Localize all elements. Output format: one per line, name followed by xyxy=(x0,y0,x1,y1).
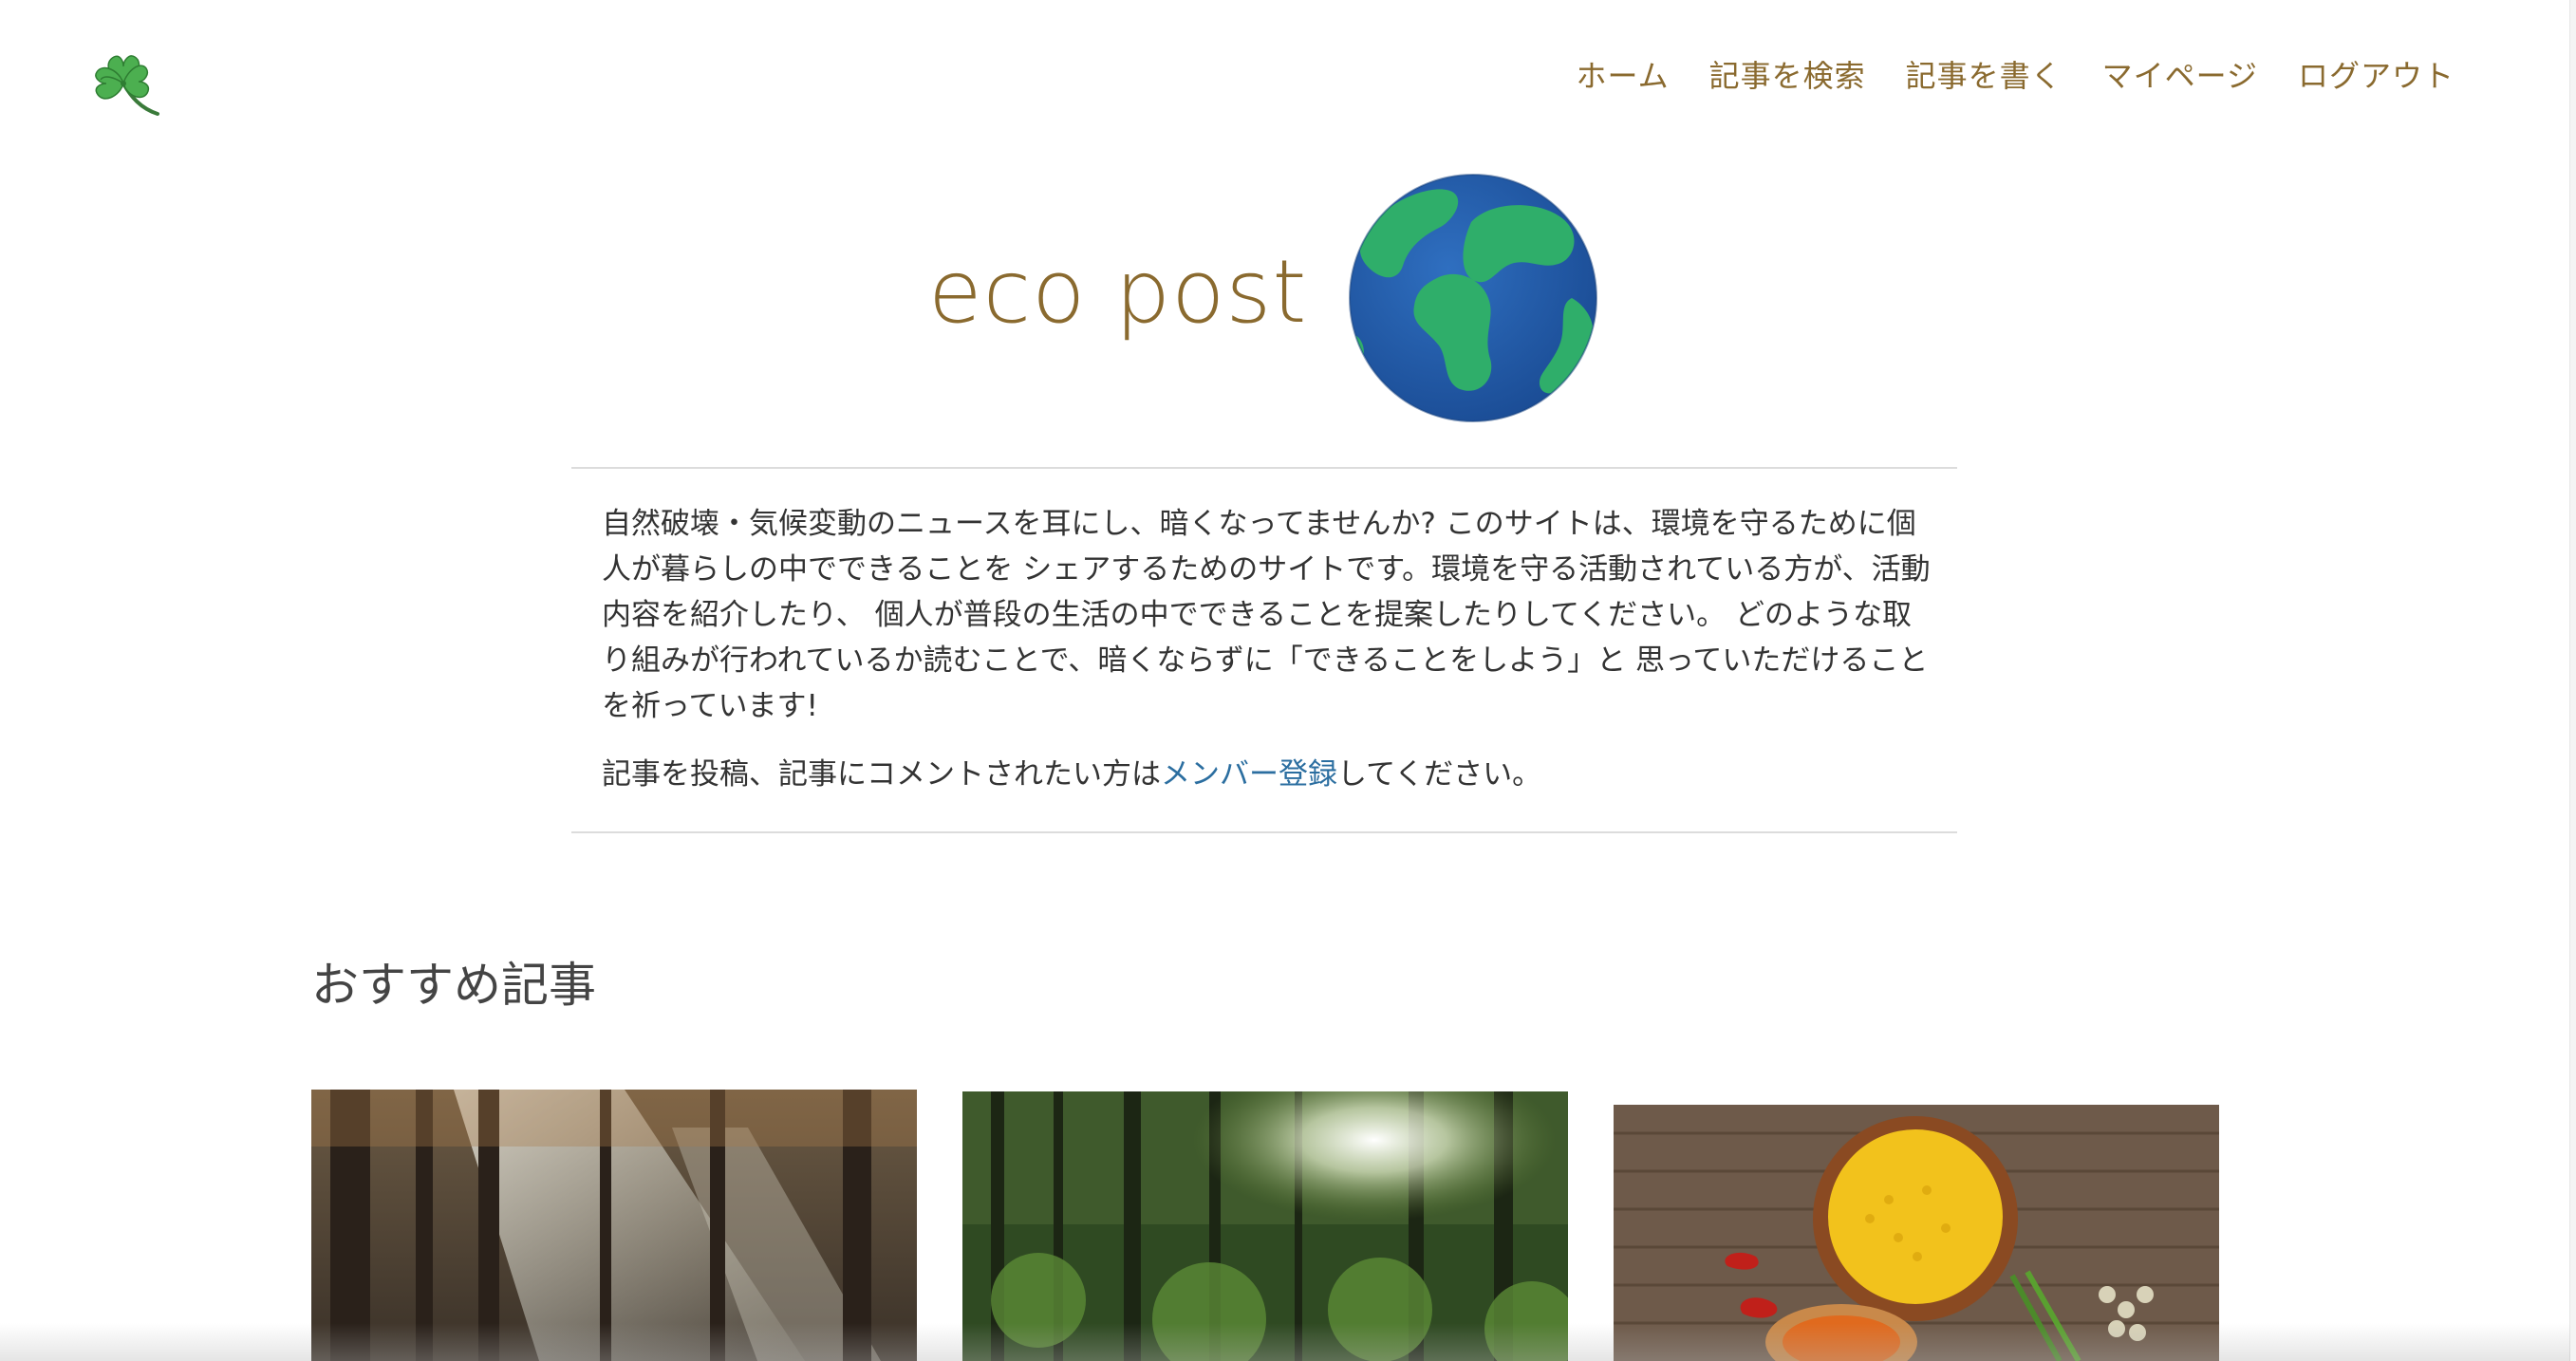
lentils-and-chili-photo xyxy=(1614,1105,2219,1361)
nav-logout[interactable]: ログアウト xyxy=(2298,55,2455,97)
green-forest-sunlight-photo xyxy=(962,1091,1568,1361)
featured-card-green-forest[interactable] xyxy=(962,1091,1568,1361)
earth-globe-icon xyxy=(1348,173,1598,423)
site-brand: eco post xyxy=(928,241,1308,343)
intro-paragraph: 自然破壊・気候変動のニュースを耳にし、暗くなってませんか? このサイトは、環境を… xyxy=(602,507,1931,723)
nav-search-articles[interactable]: 記事を検索 xyxy=(1709,55,1866,97)
window-edge xyxy=(2569,0,2576,1361)
featured-card-lentils[interactable] xyxy=(1614,1105,2219,1361)
signup-prompt-before: 記事を投稿、記事にコメントされたい方は xyxy=(602,757,1161,792)
signup-prompt: 記事を投稿、記事にコメントされたい方はメンバー登録してください。 xyxy=(602,752,1931,797)
four-leaf-clover-icon[interactable] xyxy=(82,42,165,121)
nav-write-article[interactable]: 記事を書く xyxy=(1906,55,2063,97)
main-nav: ホーム 記事を検索 記事を書く マイページ ログアウト xyxy=(1577,55,2455,97)
member-signup-link[interactable]: メンバー登録 xyxy=(1161,757,1337,792)
misty-forest-photo xyxy=(311,1090,917,1361)
featured-articles-title: おすすめ記事 xyxy=(311,958,596,1013)
intro-section: 自然破壊・気候変動のニュースを耳にし、暗くなってませんか? このサイトは、環境を… xyxy=(571,467,1957,833)
nav-my-page[interactable]: マイページ xyxy=(2102,55,2258,97)
featured-card-forest-mist[interactable] xyxy=(311,1090,917,1361)
nav-home[interactable]: ホーム xyxy=(1577,55,1670,97)
signup-prompt-after: してください。 xyxy=(1337,757,1542,792)
